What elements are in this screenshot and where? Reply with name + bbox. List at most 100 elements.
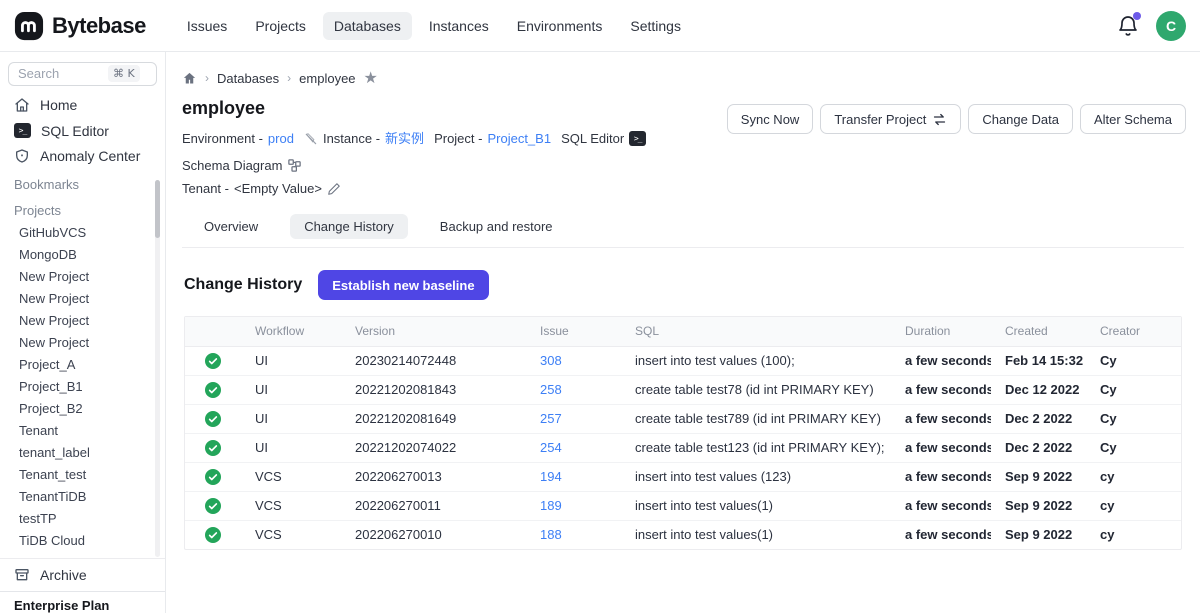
nav-environments[interactable]: Environments bbox=[506, 12, 614, 40]
change-data-button[interactable]: Change Data bbox=[968, 104, 1073, 134]
archive-box-icon bbox=[14, 567, 30, 583]
column-status bbox=[185, 317, 241, 346]
action-buttons: Sync Now Transfer Project Change Data Al… bbox=[727, 104, 1186, 134]
project-item[interactable]: Project_B1 bbox=[0, 375, 165, 397]
project-item[interactable]: Project_B2 bbox=[0, 397, 165, 419]
table-row[interactable]: VCS 202206270010 188 insert into test va… bbox=[185, 520, 1181, 549]
column-version: Version bbox=[341, 317, 526, 346]
issue-link[interactable]: 258 bbox=[540, 382, 562, 397]
sidebar-scrollbar-thumb[interactable] bbox=[155, 180, 160, 238]
project-item[interactable]: testTP bbox=[0, 507, 165, 529]
project-item[interactable]: tenant_label bbox=[0, 441, 165, 463]
instance-link[interactable]: 新实例 bbox=[385, 127, 424, 150]
meta-project: Project - Project_B1 bbox=[434, 127, 551, 150]
success-icon bbox=[205, 498, 221, 514]
table-row[interactable]: UI 20221202074022 254 create table test1… bbox=[185, 433, 1181, 462]
projects-list: GitHubVCS MongoDB New Project New Projec… bbox=[0, 221, 165, 551]
main-content: › Databases › employee ★ employee Enviro… bbox=[166, 52, 1200, 613]
tab-bar: Overview Change History Backup and resto… bbox=[182, 214, 1184, 248]
issue-link[interactable]: 188 bbox=[540, 527, 562, 542]
project-item[interactable]: Project_A bbox=[0, 353, 165, 375]
table-row[interactable]: UI 20230214072448 308 insert into test v… bbox=[185, 346, 1181, 375]
project-item[interactable]: New Project bbox=[0, 287, 165, 309]
project-item[interactable]: New Project bbox=[0, 309, 165, 331]
search-input[interactable] bbox=[18, 66, 108, 81]
tab-change-history[interactable]: Change History bbox=[290, 214, 408, 239]
sidebar-item-label: SQL Editor bbox=[41, 123, 109, 139]
project-item[interactable]: GitHubVCS bbox=[0, 221, 165, 243]
column-created: Created bbox=[991, 317, 1086, 346]
success-icon bbox=[205, 411, 221, 427]
terminal-icon: >_ bbox=[629, 131, 646, 146]
bytebase-logo[interactable]: Bytebase bbox=[14, 11, 146, 41]
sidebar-item-sql-editor[interactable]: >_ SQL Editor bbox=[0, 118, 165, 144]
environment-link[interactable]: prod bbox=[268, 127, 294, 150]
sidebar: ⌘ K Home >_ SQL Editor Anomaly Center bbox=[0, 52, 166, 613]
sidebar-scrollbar-track[interactable] bbox=[155, 222, 160, 557]
user-avatar[interactable]: C bbox=[1156, 11, 1186, 41]
home-icon bbox=[14, 97, 30, 113]
column-workflow: Workflow bbox=[241, 317, 341, 346]
transfer-arrows-icon bbox=[932, 112, 947, 127]
issue-link[interactable]: 308 bbox=[540, 353, 562, 368]
sidebar-item-anomaly-center[interactable]: Anomaly Center bbox=[0, 143, 165, 169]
success-icon bbox=[205, 353, 221, 369]
tab-backup-and-restore[interactable]: Backup and restore bbox=[426, 214, 567, 239]
top-bar: Bytebase Issues Projects Databases Insta… bbox=[0, 0, 1200, 52]
table-row[interactable]: VCS 202206270011 189 insert into test va… bbox=[185, 491, 1181, 520]
alter-schema-button[interactable]: Alter Schema bbox=[1080, 104, 1186, 134]
issue-link[interactable]: 194 bbox=[540, 469, 562, 484]
terminal-icon: >_ bbox=[14, 123, 31, 138]
meta-environment: Environment - prod bbox=[182, 127, 294, 150]
projects-section-label: Projects bbox=[0, 195, 165, 221]
meta-schema-diagram[interactable]: Schema Diagram bbox=[182, 154, 302, 177]
project-item[interactable]: Tenant_test bbox=[0, 463, 165, 485]
nav-instances[interactable]: Instances bbox=[418, 12, 500, 40]
notifications-bell-icon[interactable] bbox=[1116, 14, 1140, 38]
meta-sql-editor[interactable]: SQL Editor >_ bbox=[561, 127, 646, 150]
shield-icon bbox=[14, 148, 30, 164]
section-title: Change History bbox=[184, 276, 302, 294]
nav-projects[interactable]: Projects bbox=[244, 12, 317, 40]
column-creator: Creator bbox=[1086, 317, 1181, 346]
edit-pencil-icon[interactable] bbox=[327, 182, 341, 196]
sidebar-item-home[interactable]: Home bbox=[0, 92, 165, 118]
sync-now-button[interactable]: Sync Now bbox=[727, 104, 814, 134]
project-item[interactable]: New Project bbox=[0, 331, 165, 353]
table-row[interactable]: UI 20221202081843 258 create table test7… bbox=[185, 375, 1181, 404]
issue-link[interactable]: 254 bbox=[540, 440, 562, 455]
project-item[interactable]: TenantTiDB bbox=[0, 485, 165, 507]
breadcrumb-home-icon[interactable] bbox=[182, 71, 197, 86]
schema-diagram-icon bbox=[287, 158, 302, 173]
table-row[interactable]: VCS 202206270013 194 insert into test va… bbox=[185, 462, 1181, 491]
breadcrumb-employee[interactable]: employee bbox=[299, 71, 355, 86]
favorite-star-icon[interactable]: ★ bbox=[364, 68, 378, 88]
project-item[interactable]: Tenant bbox=[0, 419, 165, 441]
nav-databases[interactable]: Databases bbox=[323, 12, 412, 40]
tab-overview[interactable]: Overview bbox=[190, 214, 272, 239]
meta-tenant: Tenant - <Empty Value> bbox=[182, 177, 341, 200]
search-box[interactable]: ⌘ K bbox=[8, 62, 157, 86]
transfer-project-button[interactable]: Transfer Project bbox=[820, 104, 961, 134]
issue-link[interactable]: 257 bbox=[540, 411, 562, 426]
project-item[interactable]: TiDB Cloud bbox=[0, 529, 165, 551]
establish-baseline-button[interactable]: Establish new baseline bbox=[318, 270, 488, 300]
column-issue: Issue bbox=[526, 317, 621, 346]
breadcrumb-separator: › bbox=[205, 71, 209, 85]
success-icon bbox=[205, 382, 221, 398]
breadcrumb-databases[interactable]: Databases bbox=[217, 71, 279, 86]
success-icon bbox=[205, 440, 221, 456]
project-item[interactable]: New Project bbox=[0, 265, 165, 287]
issue-link[interactable]: 189 bbox=[540, 498, 562, 513]
bytebase-logo-icon bbox=[14, 11, 44, 41]
nav-issues[interactable]: Issues bbox=[176, 12, 238, 40]
plan-label: Enterprise Plan bbox=[0, 591, 165, 613]
table-row[interactable]: UI 20221202081649 257 create table test7… bbox=[185, 404, 1181, 433]
project-item[interactable]: MongoDB bbox=[0, 243, 165, 265]
project-link[interactable]: Project_B1 bbox=[487, 127, 551, 150]
sidebar-item-archive[interactable]: Archive bbox=[0, 562, 165, 587]
change-history-table: Workflow Version Issue SQL Duration Crea… bbox=[184, 316, 1182, 550]
sidebar-item-label: Archive bbox=[40, 567, 87, 583]
top-navigation: Issues Projects Databases Instances Envi… bbox=[176, 12, 692, 40]
nav-settings[interactable]: Settings bbox=[619, 12, 692, 40]
